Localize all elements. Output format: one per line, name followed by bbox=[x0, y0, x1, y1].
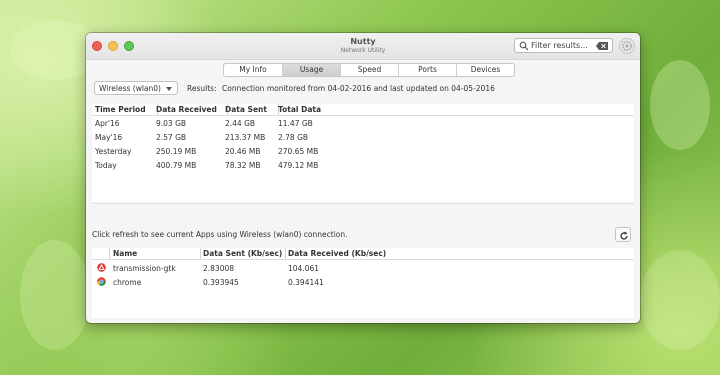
gear-icon[interactable] bbox=[619, 38, 635, 54]
cell-data-received: 400.79 MB bbox=[156, 161, 197, 170]
results-label: Results: bbox=[187, 84, 217, 93]
app-window: Nutty Network Utility My Info Usage Spee… bbox=[86, 33, 640, 323]
search-box[interactable] bbox=[514, 38, 613, 53]
cell-data-sent: 213.37 MB bbox=[225, 133, 266, 142]
cell-data-received: 104.061 bbox=[288, 264, 320, 273]
interface-select-value: Wireless (wlan0) bbox=[99, 84, 161, 93]
tab-usage[interactable]: Usage bbox=[282, 64, 340, 76]
usage-table-header: Time Period Data Received Data Sent Tota… bbox=[92, 104, 634, 116]
table-row[interactable]: May'16 2.57 GB 213.37 MB 2.78 GB bbox=[92, 130, 634, 144]
background-leaf bbox=[650, 60, 710, 150]
cell-total-data: 479.12 MB bbox=[278, 161, 319, 170]
cell-total-data: 2.78 GB bbox=[278, 133, 309, 142]
cell-app-name: transmission-gtk bbox=[113, 264, 176, 273]
cell-data-received: 9.03 GB bbox=[156, 119, 187, 128]
refresh-icon bbox=[620, 231, 628, 240]
search-input[interactable] bbox=[531, 40, 593, 51]
cell-total-data: 11.47 GB bbox=[278, 119, 313, 128]
tab-devices[interactable]: Devices bbox=[456, 64, 514, 76]
cell-data-sent: 0.393945 bbox=[203, 278, 239, 287]
cell-time-period: May'16 bbox=[95, 133, 123, 142]
title-bar: Nutty Network Utility bbox=[86, 33, 640, 60]
column-header-total-data[interactable]: Total Data bbox=[278, 105, 321, 114]
table-row[interactable]: Today 400.79 MB 78.32 MB 479.12 MB bbox=[92, 158, 634, 172]
search-icon bbox=[519, 41, 529, 51]
cell-data-sent: 2.83008 bbox=[203, 264, 235, 273]
table-row[interactable]: Apr'16 9.03 GB 2.44 GB 11.47 GB bbox=[92, 116, 634, 130]
tab-speed[interactable]: Speed bbox=[340, 64, 398, 76]
cell-time-period: Apr'16 bbox=[95, 119, 120, 128]
background-leaf bbox=[20, 240, 90, 350]
column-header-name[interactable]: Name bbox=[113, 249, 137, 258]
cell-data-received: 250.19 MB bbox=[156, 147, 197, 156]
background-leaf bbox=[640, 250, 720, 350]
usage-table: Time Period Data Received Data Sent Tota… bbox=[92, 104, 634, 202]
table-row[interactable]: chrome 0.393945 0.394141 bbox=[92, 275, 634, 289]
results-text: Connection monitored from 04-02-2016 and… bbox=[222, 84, 495, 93]
column-header-time-period[interactable]: Time Period bbox=[95, 105, 146, 114]
column-header-data-sent[interactable]: Data Sent bbox=[225, 105, 267, 114]
column-header-data-received-kbsec[interactable]: Data Received (Kb/sec) bbox=[288, 249, 386, 258]
table-row[interactable]: Yesterday 250.19 MB 20.46 MB 270.65 MB bbox=[92, 144, 634, 158]
cell-data-sent: 2.44 GB bbox=[225, 119, 256, 128]
apps-table: Name Data Sent (Kb/sec) Data Received (K… bbox=[92, 248, 634, 318]
refresh-button[interactable] bbox=[615, 227, 631, 242]
column-header-data-received[interactable]: Data Received bbox=[156, 105, 217, 114]
chrome-icon bbox=[97, 277, 106, 286]
cell-time-period: Today bbox=[95, 161, 117, 170]
cell-data-received: 2.57 GB bbox=[156, 133, 187, 142]
column-header-data-sent-kbsec[interactable]: Data Sent (Kb/sec) bbox=[203, 249, 282, 258]
table-row[interactable]: transmission-gtk 2.83008 104.061 bbox=[92, 261, 634, 275]
transmission-icon bbox=[97, 263, 106, 272]
cell-total-data: 270.65 MB bbox=[278, 147, 319, 156]
clear-search-icon[interactable] bbox=[596, 42, 608, 50]
interface-select[interactable]: Wireless (wlan0) bbox=[94, 81, 178, 95]
apps-info-text: Click refresh to see current Apps using … bbox=[92, 230, 348, 239]
section-divider bbox=[92, 203, 634, 204]
cell-data-sent: 20.46 MB bbox=[225, 147, 261, 156]
cell-data-sent: 78.32 MB bbox=[225, 161, 261, 170]
tab-my-info[interactable]: My Info bbox=[224, 64, 282, 76]
chevron-down-icon bbox=[166, 87, 172, 91]
tab-bar: My Info Usage Speed Ports Devices bbox=[223, 63, 515, 77]
apps-table-header: Name Data Sent (Kb/sec) Data Received (K… bbox=[92, 248, 634, 260]
tab-ports[interactable]: Ports bbox=[398, 64, 456, 76]
cell-time-period: Yesterday bbox=[95, 147, 132, 156]
cell-app-name: chrome bbox=[113, 278, 142, 287]
cell-data-received: 0.394141 bbox=[288, 278, 324, 287]
